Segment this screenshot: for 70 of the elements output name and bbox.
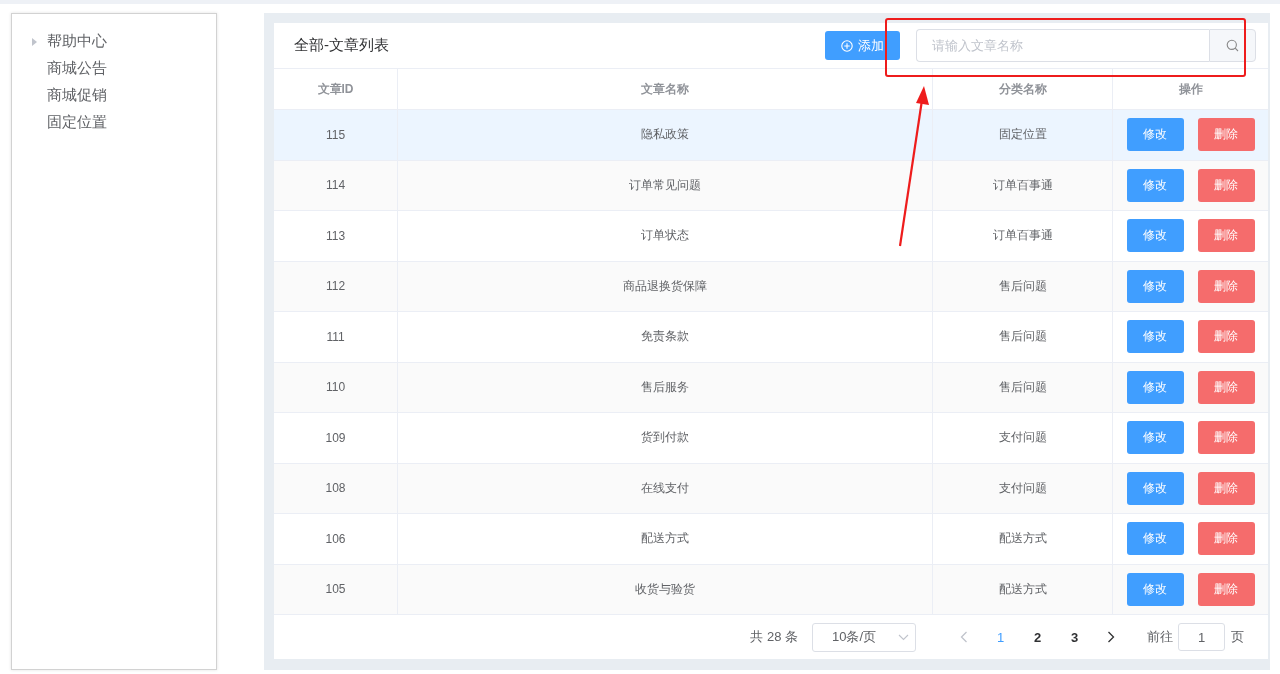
table-cell: 109 [274,413,398,464]
table-cell: 106 [274,514,398,565]
table-cell: 114 [274,160,398,211]
edit-button[interactable]: 修改 [1126,572,1184,606]
table-cell: 固定位置 [933,110,1113,161]
table-cell: 售后问题 [933,362,1113,413]
page-number[interactable]: 1 [982,629,1019,645]
table-cell: 113 [274,211,398,262]
table-cell: 订单状态 [398,211,933,262]
table-cell: 111 [274,312,398,363]
delete-button[interactable]: 删除 [1197,219,1255,253]
plus-circle-icon [841,39,853,52]
edit-button[interactable]: 修改 [1126,320,1184,354]
tree-item[interactable]: 帮助中心 [47,32,107,51]
tree-item[interactable]: 商城公告 [47,59,107,78]
page-number[interactable]: 3 [1056,629,1093,645]
table-cell: 在线支付 [398,463,933,514]
table-cell: 免责条款 [398,312,933,363]
table-cell: 108 [274,463,398,514]
page-number[interactable]: 2 [1019,629,1056,645]
total-count: 共 28 条 [750,628,798,646]
delete-button[interactable]: 删除 [1197,320,1255,354]
chevron-right-icon[interactable] [1107,631,1115,643]
tree-item[interactable]: 商城促销 [47,86,107,105]
edit-button[interactable]: 修改 [1126,269,1184,303]
delete-button[interactable]: 删除 [1197,269,1255,303]
delete-button[interactable]: 删除 [1197,118,1255,152]
table-cell: 售后问题 [933,261,1113,312]
edit-button[interactable]: 修改 [1126,522,1184,556]
search-field[interactable]: 请输入文章名称 [916,29,1209,62]
page-input[interactable]: 1 [1178,623,1225,651]
table-cell: 配送方式 [933,564,1113,615]
delete-button[interactable]: 删除 [1197,421,1255,455]
delete-button[interactable]: 删除 [1197,370,1255,404]
add-button[interactable]: 添加 [825,31,900,60]
table-cell: 货到付款 [398,413,933,464]
edit-button[interactable]: 修改 [1126,370,1184,404]
delete-button[interactable]: 删除 [1197,572,1255,606]
table-cell: 115 [274,110,398,161]
table-cell: 105 [274,564,398,615]
edit-button[interactable]: 修改 [1126,421,1184,455]
table-cell: 订单常见问题 [398,160,933,211]
table-cell: 售后服务 [398,362,933,413]
table-cell: 112 [274,261,398,312]
list-title: 全部-文章列表 [294,36,390,55]
search-icon [1226,39,1239,52]
table-cell: 隐私政策 [398,110,933,161]
edit-button[interactable]: 修改 [1126,168,1184,202]
table-cell: 订单百事通 [933,211,1113,262]
edit-button[interactable]: 修改 [1126,219,1184,253]
table-cell: 支付问题 [933,413,1113,464]
edit-button[interactable]: 修改 [1126,471,1184,505]
table-cell: 商品退换货保障 [398,261,933,312]
delete-button[interactable]: 删除 [1197,168,1255,202]
goto-label: 前往 [1147,628,1173,646]
edit-button[interactable]: 修改 [1126,118,1184,152]
search-button[interactable] [1209,29,1256,62]
tree-item[interactable]: 固定位置 [47,113,107,132]
chevron-down-icon [898,633,909,641]
table-cell: 收货与验货 [398,564,933,615]
page-size-select[interactable]: 10条/页 [812,622,916,652]
page-suffix: 页 [1231,628,1244,646]
table-cell: 支付问题 [933,463,1113,514]
delete-button[interactable]: 删除 [1197,522,1255,556]
table-cell: 售后问题 [933,312,1113,363]
table-cell: 订单百事通 [933,160,1113,211]
table-cell: 110 [274,362,398,413]
table-cell: 配送方式 [933,514,1113,565]
delete-button[interactable]: 删除 [1197,471,1255,505]
table-cell: 配送方式 [398,514,933,565]
